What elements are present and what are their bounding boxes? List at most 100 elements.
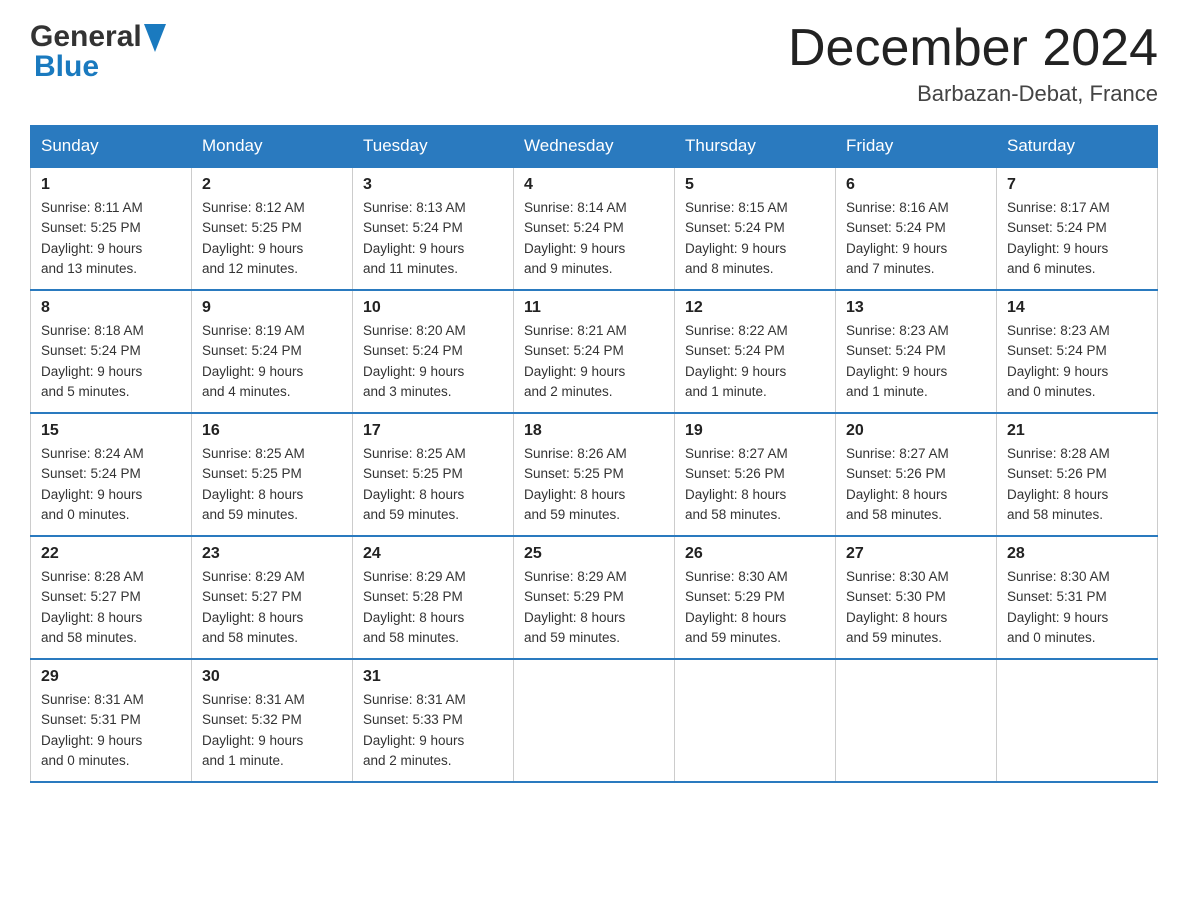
table-row: 21 Sunrise: 8:28 AMSunset: 5:26 PMDaylig…: [997, 413, 1158, 536]
day-info: Sunrise: 8:13 AMSunset: 5:24 PMDaylight:…: [363, 198, 503, 279]
col-thursday: Thursday: [675, 126, 836, 168]
day-info: Sunrise: 8:19 AMSunset: 5:24 PMDaylight:…: [202, 321, 342, 402]
day-number: 13: [846, 299, 986, 317]
day-info: Sunrise: 8:28 AMSunset: 5:26 PMDaylight:…: [1007, 444, 1147, 525]
table-row: 18 Sunrise: 8:26 AMSunset: 5:25 PMDaylig…: [514, 413, 675, 536]
day-number: 1: [41, 176, 181, 194]
table-row: 7 Sunrise: 8:17 AMSunset: 5:24 PMDayligh…: [997, 167, 1158, 290]
table-row: 24 Sunrise: 8:29 AMSunset: 5:28 PMDaylig…: [353, 536, 514, 659]
day-number: 11: [524, 299, 664, 317]
title-section: December 2024 Barbazan-Debat, France: [788, 20, 1158, 107]
table-row: 3 Sunrise: 8:13 AMSunset: 5:24 PMDayligh…: [353, 167, 514, 290]
table-row: 4 Sunrise: 8:14 AMSunset: 5:24 PMDayligh…: [514, 167, 675, 290]
table-row: 20 Sunrise: 8:27 AMSunset: 5:26 PMDaylig…: [836, 413, 997, 536]
day-info: Sunrise: 8:18 AMSunset: 5:24 PMDaylight:…: [41, 321, 181, 402]
day-number: 19: [685, 422, 825, 440]
day-number: 2: [202, 176, 342, 194]
table-row: 14 Sunrise: 8:23 AMSunset: 5:24 PMDaylig…: [997, 290, 1158, 413]
day-info: Sunrise: 8:12 AMSunset: 5:25 PMDaylight:…: [202, 198, 342, 279]
day-info: Sunrise: 8:31 AMSunset: 5:33 PMDaylight:…: [363, 690, 503, 771]
table-row: 22 Sunrise: 8:28 AMSunset: 5:27 PMDaylig…: [31, 536, 192, 659]
day-number: 16: [202, 422, 342, 440]
day-number: 4: [524, 176, 664, 194]
week-row-4: 22 Sunrise: 8:28 AMSunset: 5:27 PMDaylig…: [31, 536, 1158, 659]
day-info: Sunrise: 8:27 AMSunset: 5:26 PMDaylight:…: [685, 444, 825, 525]
table-row: 15 Sunrise: 8:24 AMSunset: 5:24 PMDaylig…: [31, 413, 192, 536]
day-number: 22: [41, 545, 181, 563]
table-row: 17 Sunrise: 8:25 AMSunset: 5:25 PMDaylig…: [353, 413, 514, 536]
table-row: 8 Sunrise: 8:18 AMSunset: 5:24 PMDayligh…: [31, 290, 192, 413]
week-row-3: 15 Sunrise: 8:24 AMSunset: 5:24 PMDaylig…: [31, 413, 1158, 536]
logo-blue: Blue: [34, 50, 99, 84]
day-info: Sunrise: 8:30 AMSunset: 5:30 PMDaylight:…: [846, 567, 986, 648]
table-row: 13 Sunrise: 8:23 AMSunset: 5:24 PMDaylig…: [836, 290, 997, 413]
day-number: 7: [1007, 176, 1147, 194]
day-info: Sunrise: 8:16 AMSunset: 5:24 PMDaylight:…: [846, 198, 986, 279]
table-row: 29 Sunrise: 8:31 AMSunset: 5:31 PMDaylig…: [31, 659, 192, 782]
day-number: 31: [363, 668, 503, 686]
table-row: [514, 659, 675, 782]
day-info: Sunrise: 8:15 AMSunset: 5:24 PMDaylight:…: [685, 198, 825, 279]
month-title: December 2024: [788, 20, 1158, 77]
table-row: 16 Sunrise: 8:25 AMSunset: 5:25 PMDaylig…: [192, 413, 353, 536]
day-info: Sunrise: 8:31 AMSunset: 5:32 PMDaylight:…: [202, 690, 342, 771]
table-row: 5 Sunrise: 8:15 AMSunset: 5:24 PMDayligh…: [675, 167, 836, 290]
table-row: 30 Sunrise: 8:31 AMSunset: 5:32 PMDaylig…: [192, 659, 353, 782]
table-row: 28 Sunrise: 8:30 AMSunset: 5:31 PMDaylig…: [997, 536, 1158, 659]
day-number: 28: [1007, 545, 1147, 563]
day-number: 21: [1007, 422, 1147, 440]
day-info: Sunrise: 8:30 AMSunset: 5:31 PMDaylight:…: [1007, 567, 1147, 648]
day-info: Sunrise: 8:29 AMSunset: 5:27 PMDaylight:…: [202, 567, 342, 648]
table-row: 19 Sunrise: 8:27 AMSunset: 5:26 PMDaylig…: [675, 413, 836, 536]
table-row: 1 Sunrise: 8:11 AMSunset: 5:25 PMDayligh…: [31, 167, 192, 290]
day-info: Sunrise: 8:28 AMSunset: 5:27 PMDaylight:…: [41, 567, 181, 648]
day-number: 14: [1007, 299, 1147, 317]
day-number: 15: [41, 422, 181, 440]
day-info: Sunrise: 8:14 AMSunset: 5:24 PMDaylight:…: [524, 198, 664, 279]
table-row: 9 Sunrise: 8:19 AMSunset: 5:24 PMDayligh…: [192, 290, 353, 413]
location: Barbazan-Debat, France: [788, 81, 1158, 107]
logo: General Blue: [30, 20, 166, 84]
table-row: 6 Sunrise: 8:16 AMSunset: 5:24 PMDayligh…: [836, 167, 997, 290]
week-row-2: 8 Sunrise: 8:18 AMSunset: 5:24 PMDayligh…: [31, 290, 1158, 413]
table-row: 11 Sunrise: 8:21 AMSunset: 5:24 PMDaylig…: [514, 290, 675, 413]
day-info: Sunrise: 8:20 AMSunset: 5:24 PMDaylight:…: [363, 321, 503, 402]
day-number: 3: [363, 176, 503, 194]
col-monday: Monday: [192, 126, 353, 168]
page-header: General Blue December 2024 Barbazan-Deba…: [30, 20, 1158, 107]
logo-general: General: [30, 20, 142, 54]
col-wednesday: Wednesday: [514, 126, 675, 168]
table-row: 12 Sunrise: 8:22 AMSunset: 5:24 PMDaylig…: [675, 290, 836, 413]
day-number: 25: [524, 545, 664, 563]
day-number: 8: [41, 299, 181, 317]
day-info: Sunrise: 8:29 AMSunset: 5:29 PMDaylight:…: [524, 567, 664, 648]
day-number: 26: [685, 545, 825, 563]
table-row: [997, 659, 1158, 782]
day-info: Sunrise: 8:23 AMSunset: 5:24 PMDaylight:…: [1007, 321, 1147, 402]
day-number: 29: [41, 668, 181, 686]
day-number: 24: [363, 545, 503, 563]
calendar-header-row: Sunday Monday Tuesday Wednesday Thursday…: [31, 126, 1158, 168]
table-row: 2 Sunrise: 8:12 AMSunset: 5:25 PMDayligh…: [192, 167, 353, 290]
day-info: Sunrise: 8:22 AMSunset: 5:24 PMDaylight:…: [685, 321, 825, 402]
col-saturday: Saturday: [997, 126, 1158, 168]
day-info: Sunrise: 8:23 AMSunset: 5:24 PMDaylight:…: [846, 321, 986, 402]
day-number: 5: [685, 176, 825, 194]
day-info: Sunrise: 8:17 AMSunset: 5:24 PMDaylight:…: [1007, 198, 1147, 279]
day-info: Sunrise: 8:21 AMSunset: 5:24 PMDaylight:…: [524, 321, 664, 402]
day-info: Sunrise: 8:11 AMSunset: 5:25 PMDaylight:…: [41, 198, 181, 279]
day-info: Sunrise: 8:24 AMSunset: 5:24 PMDaylight:…: [41, 444, 181, 525]
day-number: 17: [363, 422, 503, 440]
day-info: Sunrise: 8:29 AMSunset: 5:28 PMDaylight:…: [363, 567, 503, 648]
table-row: [836, 659, 997, 782]
col-tuesday: Tuesday: [353, 126, 514, 168]
table-row: 27 Sunrise: 8:30 AMSunset: 5:30 PMDaylig…: [836, 536, 997, 659]
week-row-5: 29 Sunrise: 8:31 AMSunset: 5:31 PMDaylig…: [31, 659, 1158, 782]
table-row: 10 Sunrise: 8:20 AMSunset: 5:24 PMDaylig…: [353, 290, 514, 413]
calendar-table: Sunday Monday Tuesday Wednesday Thursday…: [30, 125, 1158, 783]
day-info: Sunrise: 8:27 AMSunset: 5:26 PMDaylight:…: [846, 444, 986, 525]
day-number: 20: [846, 422, 986, 440]
day-number: 18: [524, 422, 664, 440]
day-number: 27: [846, 545, 986, 563]
col-sunday: Sunday: [31, 126, 192, 168]
